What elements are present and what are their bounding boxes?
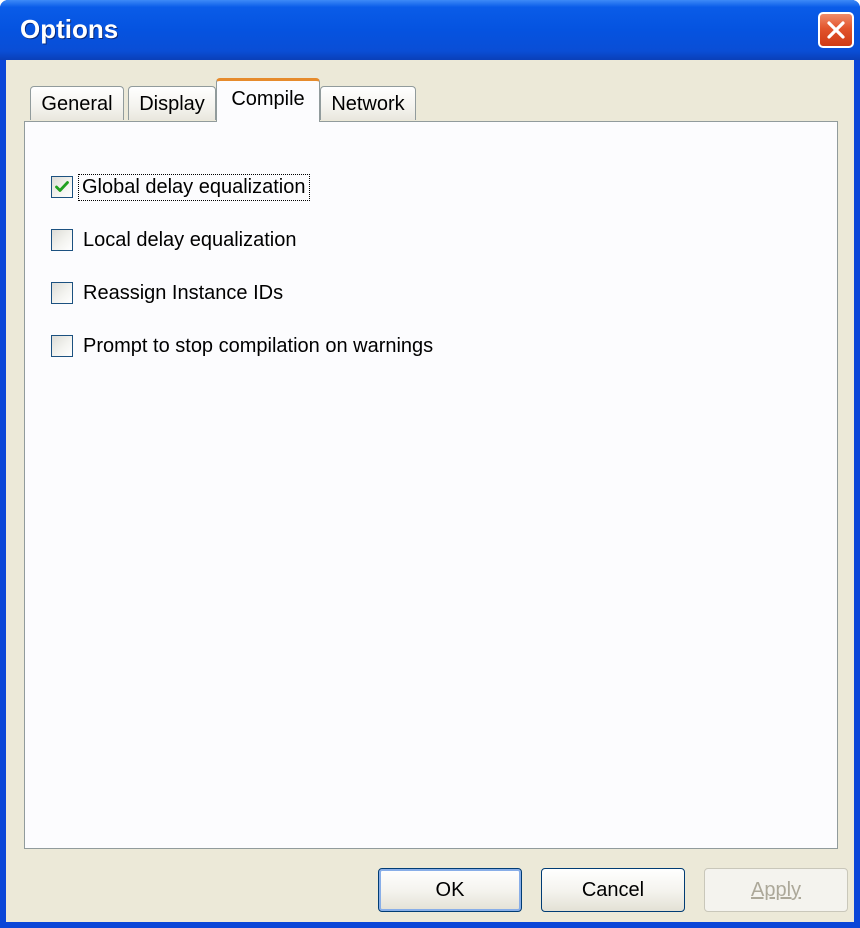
checkmark-icon bbox=[55, 181, 69, 192]
global-delay-equalization-label: Global delay equalization bbox=[78, 173, 310, 201]
options-dialog: Options General Display Compile Network … bbox=[0, 0, 860, 928]
close-button[interactable] bbox=[818, 12, 854, 48]
tab-display[interactable]: Display bbox=[128, 86, 216, 120]
compile-tab-panel: Global delay equalization Local delay eq… bbox=[24, 121, 838, 849]
local-delay-equalization-label: Local delay equalization bbox=[83, 228, 297, 251]
global-delay-equalization-checkbox[interactable] bbox=[51, 176, 73, 198]
tab-network[interactable]: Network bbox=[320, 86, 416, 120]
tab-general[interactable]: General bbox=[30, 86, 124, 120]
title-bar[interactable]: Options bbox=[0, 0, 860, 60]
apply-button[interactable]: Apply bbox=[704, 868, 848, 912]
local-delay-equalization-option[interactable]: Local delay equalization bbox=[51, 226, 297, 254]
reassign-instance-ids-option[interactable]: Reassign Instance IDs bbox=[51, 279, 283, 307]
prompt-stop-compilation-checkbox[interactable] bbox=[51, 335, 73, 357]
apply-button-label: Apply bbox=[750, 879, 802, 901]
prompt-stop-compilation-option[interactable]: Prompt to stop compilation on warnings bbox=[51, 332, 433, 360]
cancel-button[interactable]: Cancel bbox=[541, 868, 685, 912]
reassign-instance-ids-checkbox[interactable] bbox=[51, 282, 73, 304]
dialog-body: General Display Compile Network Global d… bbox=[6, 60, 854, 922]
local-delay-equalization-checkbox[interactable] bbox=[51, 229, 73, 251]
ok-button[interactable]: OK bbox=[378, 868, 522, 912]
reassign-instance-ids-label: Reassign Instance IDs bbox=[83, 281, 284, 304]
prompt-stop-compilation-label: Prompt to stop compilation on warnings bbox=[83, 334, 434, 357]
global-delay-equalization-option[interactable]: Global delay equalization bbox=[51, 173, 310, 201]
tab-compile[interactable]: Compile bbox=[216, 78, 320, 122]
close-icon bbox=[827, 21, 845, 39]
window-title: Options bbox=[20, 14, 119, 44]
